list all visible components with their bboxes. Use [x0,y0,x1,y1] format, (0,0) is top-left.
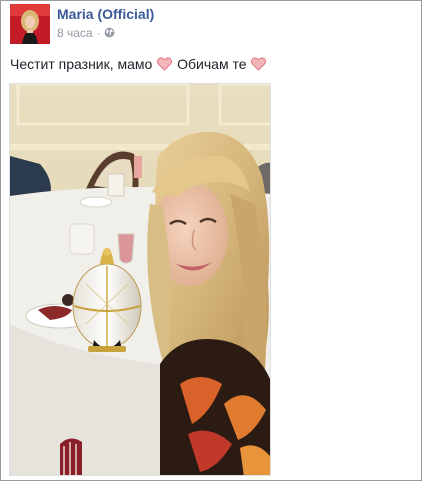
author-name-link[interactable]: Maria (Official) [57,6,154,22]
post-message: Честит празник, мамо Обичам те [10,56,267,72]
meta-separator: · [96,26,101,40]
globe-icon[interactable] [104,27,115,41]
post-text-part2: Обичам те [177,56,247,72]
post-text-part1: Честит празник, мамо [10,56,153,72]
heart-icon [251,57,267,71]
post-meta: 8 часа · [57,26,115,41]
post-timestamp[interactable]: 8 часа [57,26,93,40]
post-card: Maria (Official) 8 часа · Честит празник,… [0,0,422,481]
post-header: Maria (Official) 8 часа · [10,4,410,44]
post-photo[interactable] [9,83,271,476]
heart-icon [157,57,173,71]
avatar[interactable] [10,4,50,44]
